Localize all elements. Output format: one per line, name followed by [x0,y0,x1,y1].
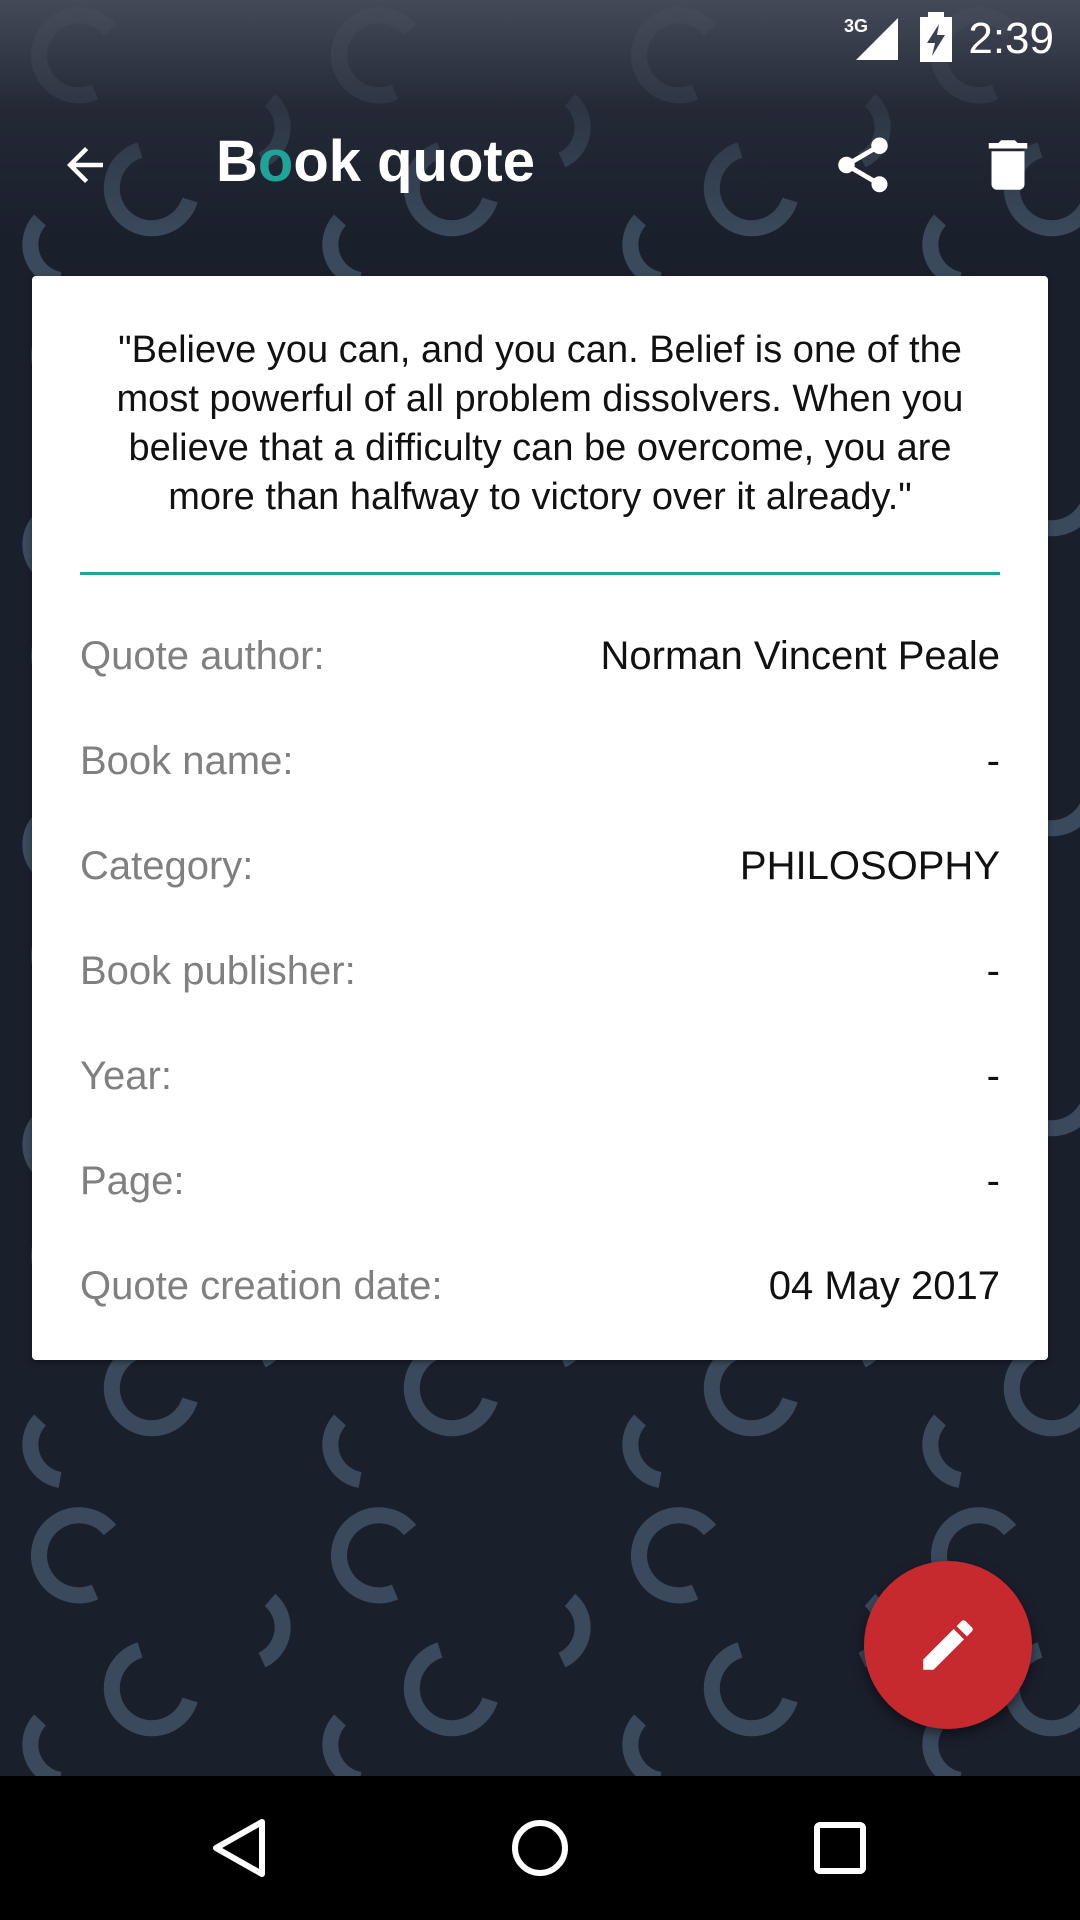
nav-back-icon [213,1819,265,1877]
back-button[interactable] [40,120,130,210]
svg-text:3G: 3G [844,16,868,36]
detail-value: - [986,739,1000,783]
divider [80,572,1000,575]
nav-home-icon [512,1820,568,1876]
detail-value: - [986,949,1000,993]
detail-label: Book publisher: [80,949,356,993]
detail-row-book-name: Book name: - [80,731,1000,791]
detail-row-author: Quote author: Norman Vincent Peale [80,626,1000,686]
status-bar: 3G 2:39 [0,0,1080,75]
detail-value: Norman Vincent Peale [600,634,1001,678]
battery-charging-icon [920,12,952,62]
nav-recents-icon [814,1822,866,1874]
delete-icon [988,140,1028,190]
app-bar: Book quote [0,75,1080,245]
detail-value: - [986,1159,1000,1203]
nav-home-button[interactable] [460,1776,620,1920]
nav-recents-button[interactable] [760,1776,920,1920]
edit-pencil-icon [923,1620,973,1670]
detail-row-page: Page: - [80,1151,1000,1211]
detail-row-year: Year: - [80,1046,1000,1106]
detail-label: Year: [80,1054,172,1098]
signal-icon: 3G [844,16,898,60]
detail-value: - [986,1054,1000,1098]
detail-label: Quote creation date: [80,1264,443,1308]
quote-text: "Believe you can, and you can. Belief is… [116,329,964,518]
detail-row-category: Category: PHILOSOPHY [80,836,1000,896]
nav-back-button[interactable] [160,1776,320,1920]
back-arrow-icon [67,147,103,183]
detail-label: Category: [80,844,254,888]
detail-label: Quote author: [80,634,325,678]
edit-fab-button[interactable] [864,1561,1032,1729]
share-icon [838,137,888,193]
detail-value: 04 May 2017 [768,1264,1000,1308]
share-button[interactable] [818,120,908,210]
quote-card: "Believe you can, and you can. Belief is… [32,276,1048,1360]
detail-row-publisher: Book publisher: - [80,941,1000,1001]
delete-button[interactable] [963,120,1053,210]
detail-label: Book name: [80,739,294,783]
status-time: 2:39 [968,14,1054,63]
page-title: Book quote [216,129,535,194]
detail-value: PHILOSOPHY [739,844,1000,888]
navigation-bar [0,1776,1080,1920]
detail-label: Page: [80,1159,185,1203]
detail-row-creation-date: Quote creation date: 04 May 2017 [80,1256,1000,1316]
